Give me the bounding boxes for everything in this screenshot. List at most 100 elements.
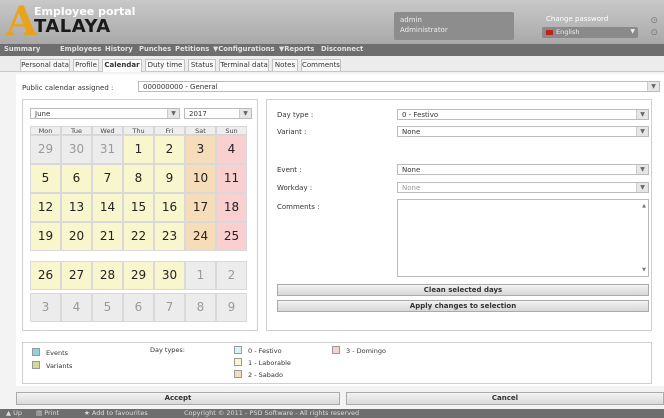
calendar-day[interactable]: 15 — [123, 193, 154, 222]
legend-events: Events — [46, 349, 69, 357]
tab-terminal-data[interactable]: Terminal data — [219, 59, 269, 71]
tab-calendar[interactable]: Calendar — [102, 59, 142, 72]
zoom-icon[interactable]: ⊙ — [650, 28, 658, 38]
calendar-day[interactable]: 28 — [92, 261, 123, 290]
calendar-day[interactable]: 13 — [61, 193, 92, 222]
calendar-day[interactable]: 14 — [92, 193, 123, 222]
calendar-day[interactable]: 9 — [216, 293, 247, 322]
comments-label: Comments : — [277, 203, 320, 211]
calendar-day[interactable]: 24 — [185, 222, 216, 251]
menu-petitions[interactable]: Petitions — [175, 45, 209, 53]
user-name: admin — [400, 16, 422, 24]
menu-disconnect[interactable]: Disconnect — [321, 45, 363, 53]
legend-day-types-label: Day types: — [150, 346, 185, 354]
tab-notes[interactable]: Notes — [272, 59, 298, 71]
calendar-day[interactable]: 30 — [154, 261, 185, 290]
chevron-down-icon: ▼ — [636, 165, 648, 174]
clean-selected-days-button[interactable]: Clean selected days — [277, 284, 649, 296]
workday-value: None — [402, 184, 421, 192]
calendar-day[interactable]: 27 — [61, 261, 92, 290]
calendar-day[interactable]: 6 — [123, 293, 154, 322]
calendar-day[interactable]: 29 — [123, 261, 154, 290]
print-link[interactable]: ▤ Print — [36, 409, 59, 418]
calendar-day[interactable]: 18 — [216, 193, 247, 222]
apply-changes-button[interactable]: Apply changes to selection — [277, 300, 649, 312]
calendar-day[interactable]: 11 — [216, 164, 247, 193]
search-icon[interactable]: ⊙ — [650, 16, 658, 26]
calendar-day[interactable]: 3 — [30, 293, 61, 322]
calendar-day[interactable]: 5 — [30, 164, 61, 193]
legend-sabado: 2 - Sabado — [248, 371, 283, 379]
weekday-header: Wed — [92, 126, 123, 135]
chevron-down-icon: ▼ — [630, 28, 635, 35]
tab-bar: Personal data Profile Calendar Duty time… — [0, 56, 664, 72]
calendar-day[interactable]: 8 — [185, 293, 216, 322]
menu-history[interactable]: History — [105, 45, 133, 53]
comments-textarea[interactable]: ▲ ▼ — [397, 199, 649, 277]
menu-summary[interactable]: Summary — [4, 45, 40, 53]
language-select[interactable]: English ▼ — [542, 27, 638, 38]
menu-punches[interactable]: Punches — [139, 45, 171, 53]
chevron-down-icon: ▼ — [239, 109, 251, 118]
day-type-value: 0 - Festivo — [402, 111, 439, 119]
tab-personal-data[interactable]: Personal data — [20, 59, 70, 71]
calendar-day[interactable]: 10 — [185, 164, 216, 193]
calendar-day[interactable]: 7 — [92, 164, 123, 193]
tab-comments[interactable]: Comments — [301, 59, 341, 71]
calendar-day[interactable]: 23 — [154, 222, 185, 251]
weekday-header: Tue — [61, 126, 92, 135]
calendar-assigned-select[interactable]: 000000000 - General ▼ — [138, 81, 660, 92]
calendar-day[interactable]: 16 — [154, 193, 185, 222]
variants-swatch — [32, 361, 40, 369]
calendar-day[interactable]: 4 — [216, 135, 247, 164]
year-select[interactable]: 2017 ▼ — [184, 108, 252, 119]
calendar-day[interactable]: 4 — [61, 293, 92, 322]
variant-select[interactable]: None ▼ — [397, 126, 649, 137]
event-select[interactable]: None ▼ — [397, 164, 649, 175]
tab-status[interactable]: Status — [188, 59, 216, 71]
menu-reports[interactable]: ▼Reports — [279, 45, 314, 53]
menu-employees[interactable]: Employees — [60, 45, 101, 53]
calendar-day[interactable]: 25 — [216, 222, 247, 251]
calendar-day[interactable]: 12 — [30, 193, 61, 222]
calendar-day[interactable]: 29 — [30, 135, 61, 164]
flag-icon — [546, 29, 553, 35]
scroll-up-icon[interactable]: ▲ — [642, 203, 646, 209]
calendar-day[interactable]: 5 — [92, 293, 123, 322]
month-select[interactable]: June ▼ — [30, 108, 180, 119]
calendar-day[interactable]: 19 — [30, 222, 61, 251]
menu-configurations[interactable]: ▼Configurations — [213, 45, 275, 53]
day-type-label: Day type : — [277, 111, 314, 119]
calendar-day[interactable]: 9 — [154, 164, 185, 193]
accept-button[interactable]: Accept — [16, 392, 340, 405]
tab-duty-time[interactable]: Duty time — [145, 59, 185, 71]
chevron-down-icon: ▼ — [647, 82, 659, 91]
up-link[interactable]: ▲ Up — [6, 409, 22, 418]
favourites-link[interactable]: ★ Add to favourites — [84, 409, 148, 418]
change-password-link[interactable]: Change password — [546, 15, 608, 23]
calendar-day[interactable]: 1 — [123, 135, 154, 164]
calendar-day[interactable]: 20 — [61, 222, 92, 251]
calendar-day[interactable]: 2 — [216, 261, 247, 290]
day-type-select[interactable]: 0 - Festivo ▼ — [397, 109, 649, 120]
calendar-day[interactable]: 3 — [185, 135, 216, 164]
calendar-day[interactable]: 30 — [61, 135, 92, 164]
calendar-day[interactable]: 2 — [154, 135, 185, 164]
cancel-button[interactable]: Cancel — [346, 392, 664, 405]
events-swatch — [32, 348, 40, 356]
calendar-day[interactable]: 6 — [61, 164, 92, 193]
weekday-header: Thu — [123, 126, 154, 135]
calendar-day[interactable]: 26 — [30, 261, 61, 290]
calendar-day[interactable]: 7 — [154, 293, 185, 322]
calendar-day[interactable]: 8 — [123, 164, 154, 193]
calendar-day[interactable]: 31 — [92, 135, 123, 164]
calendar-day[interactable]: 21 — [92, 222, 123, 251]
calendar-day[interactable]: 22 — [123, 222, 154, 251]
calendar-day[interactable]: 17 — [185, 193, 216, 222]
copyright-text: Copyright © 2011 - PSD Software - All ri… — [184, 409, 360, 417]
scroll-down-icon[interactable]: ▼ — [642, 267, 646, 273]
calendar-day[interactable]: 1 — [185, 261, 216, 290]
tab-profile[interactable]: Profile — [73, 59, 99, 71]
workday-select[interactable]: None ▼ — [397, 182, 649, 193]
variant-value: None — [402, 128, 421, 136]
